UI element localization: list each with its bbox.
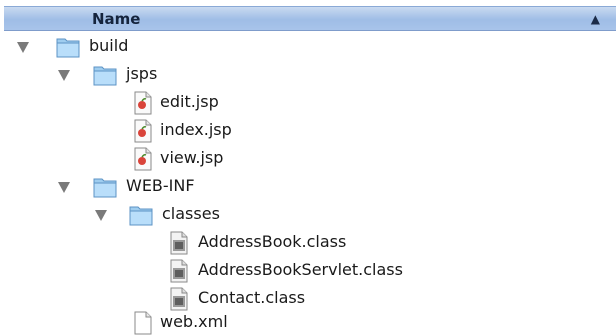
tree-row-jsps[interactable]: jsps [0,62,616,89]
tree-item-label: Contact.class [198,288,306,307]
jsp-file-icon [134,91,152,115]
folder-icon [129,206,153,226]
tree-row-classes[interactable]: classes [0,202,616,229]
tree-item-label: classes [162,204,220,223]
tree-row-addressbookservlet-class[interactable]: AddressBookServlet.class [0,258,616,285]
tree-item-label: edit.jsp [160,92,219,111]
tree-row-edit-jsp[interactable]: edit.jsp [0,90,616,117]
tree-row-index-jsp[interactable]: index.jsp [0,118,616,145]
jsp-file-icon [134,147,152,171]
tree-row-web-xml[interactable]: web.xml [0,310,616,335]
tree-item-label: WEB-INF [126,176,195,195]
document-icon [134,311,152,335]
class-file-icon [170,231,188,255]
tree-item-label: view.jsp [160,148,224,167]
class-file-icon [170,287,188,311]
disclosure-triangle-icon[interactable] [58,182,70,193]
folder-icon [56,38,80,58]
folder-icon [93,66,117,86]
tree-item-label: web.xml [160,312,228,331]
column-header[interactable]: Name ▲ [4,6,616,31]
tree-item-label: jsps [126,64,158,83]
sort-ascending-icon[interactable]: ▲ [591,12,600,26]
tree-row-addressbook-class[interactable]: AddressBook.class [0,230,616,257]
tree-item-label: AddressBook.class [198,232,347,251]
class-file-icon [170,259,188,283]
folder-icon [93,178,117,198]
jsp-file-icon [134,119,152,143]
disclosure-triangle-icon[interactable] [17,42,29,53]
disclosure-triangle-icon[interactable] [95,210,107,221]
tree-row-web-inf[interactable]: WEB-INF [0,174,616,201]
tree-row-view-jsp[interactable]: view.jsp [0,146,616,173]
tree-item-label: AddressBookServlet.class [198,260,403,279]
disclosure-triangle-icon[interactable] [58,70,70,81]
tree-row-build[interactable]: build [0,34,616,61]
tree-item-label: build [89,36,129,55]
name-column-header[interactable]: Name [92,10,140,28]
tree-row-contact-class[interactable]: Contact.class [0,286,616,313]
tree-item-label: index.jsp [160,120,232,139]
